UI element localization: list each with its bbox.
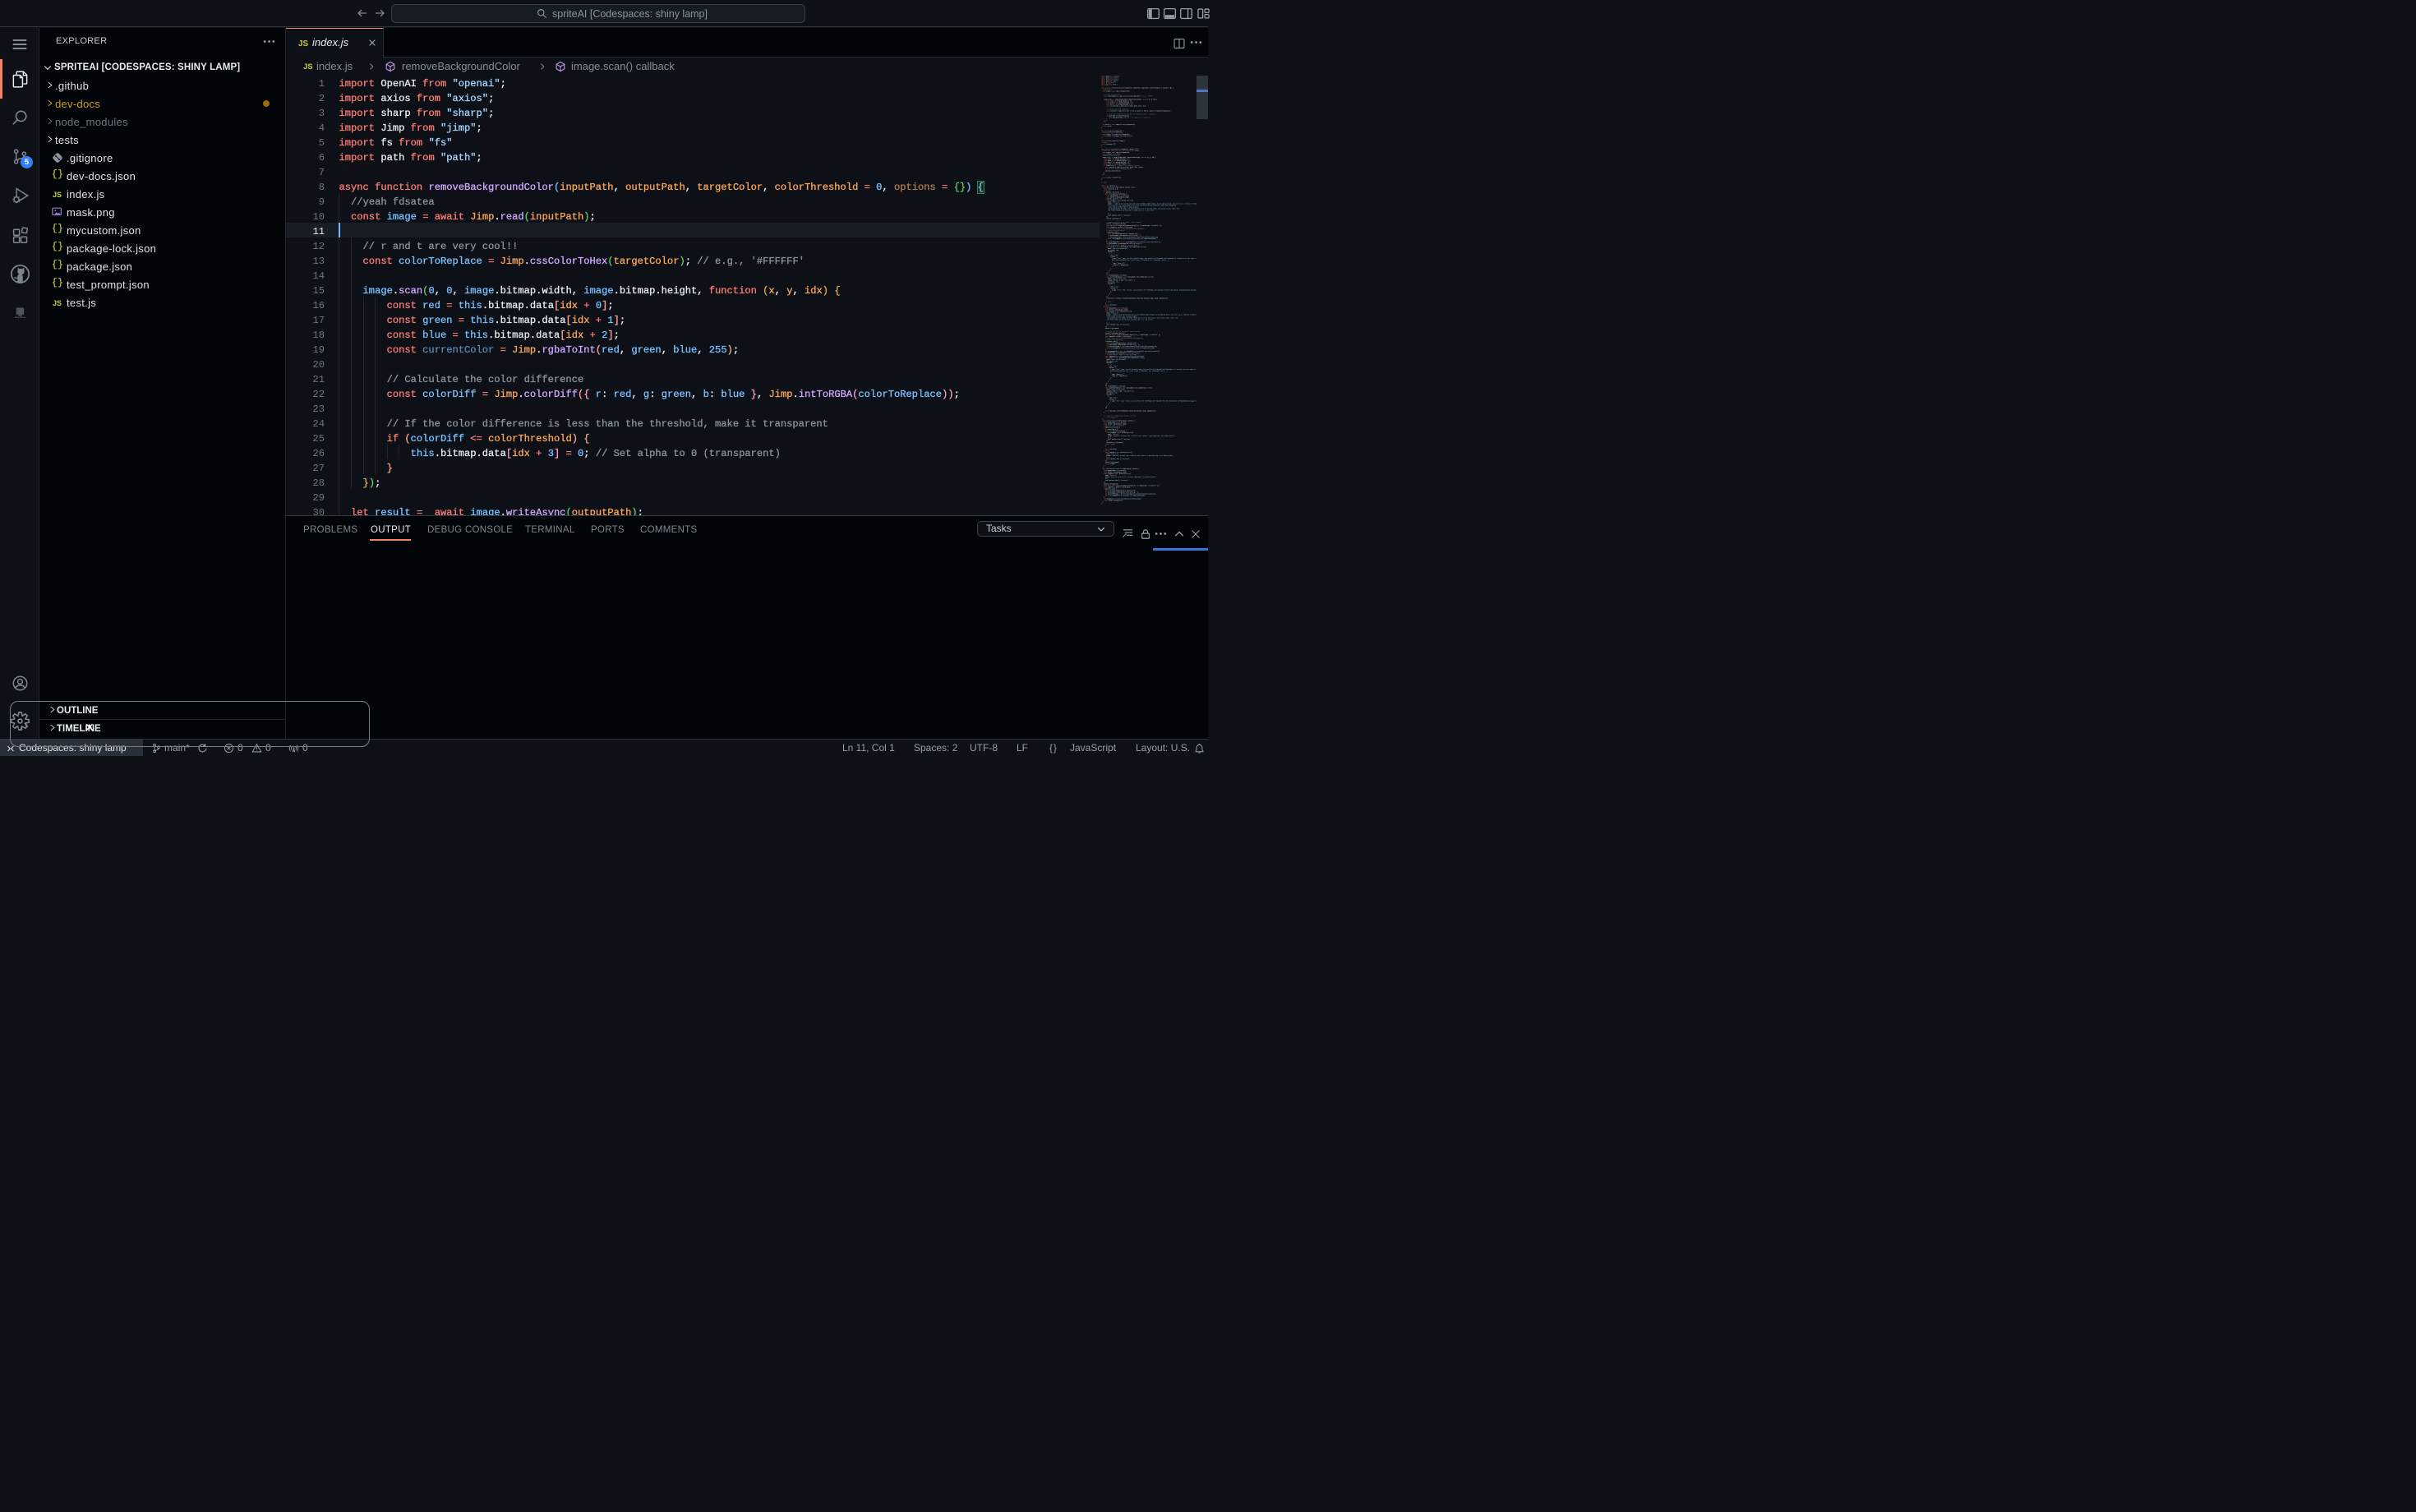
svg-text:Dev-Docs: Dev-Docs	[14, 316, 25, 319]
